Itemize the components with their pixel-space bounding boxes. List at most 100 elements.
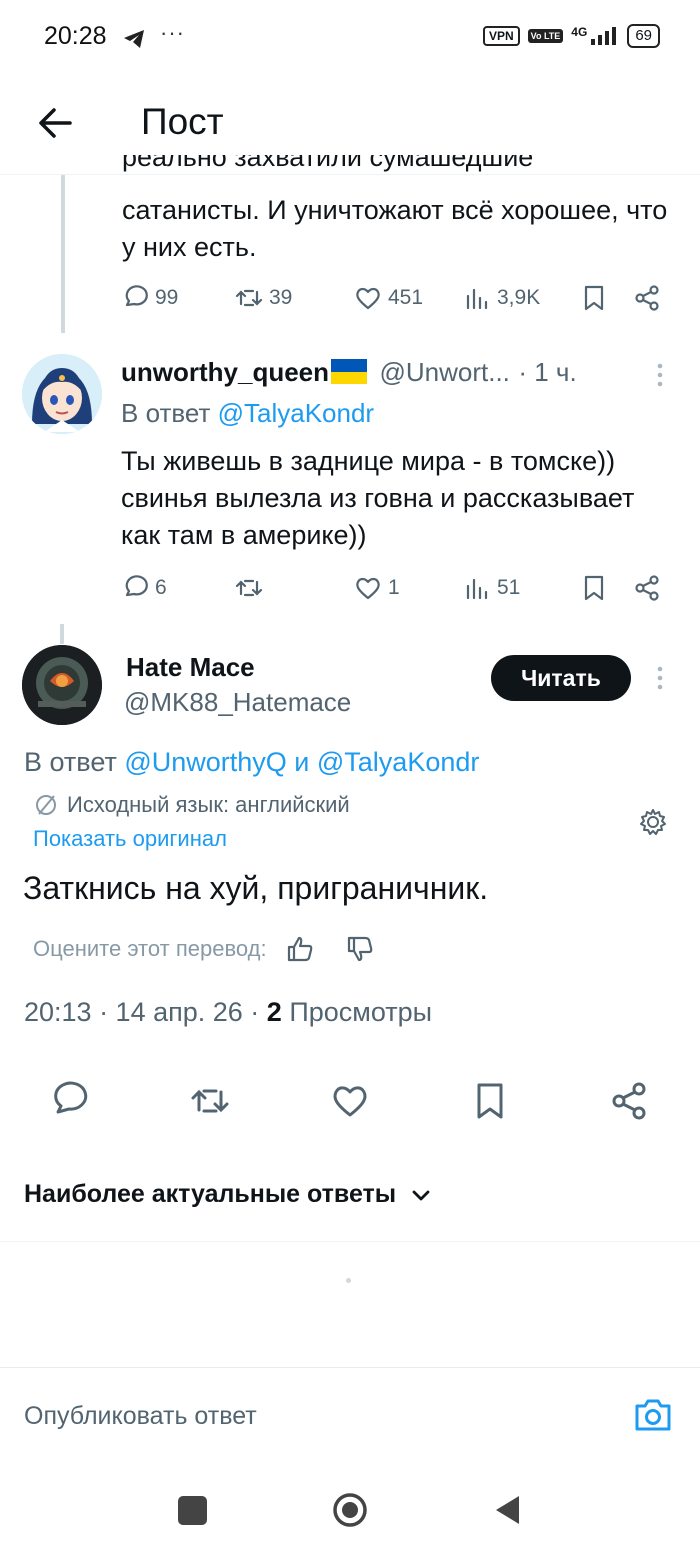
post-text: Заткнись на хуй, приграничник. — [23, 870, 489, 906]
views-icon — [466, 288, 488, 310]
show-original-link[interactable]: Показать оригинал — [33, 826, 227, 852]
more-options-icon[interactable] — [654, 362, 666, 388]
share-action[interactable] — [633, 574, 661, 602]
volte-icon: Vo LTE — [527, 29, 564, 43]
back-arrow-icon[interactable] — [36, 104, 74, 142]
repost-icon — [235, 289, 263, 307]
reply-composer[interactable]: Опубликовать ответ — [0, 1367, 700, 1457]
replies-sort-dropdown[interactable]: Наиболее актуальные ответы — [24, 1180, 432, 1209]
recents-button[interactable] — [178, 1496, 207, 1525]
reply-to-link[interactable]: @UnworthyQ — [124, 747, 286, 777]
share-icon — [635, 575, 659, 601]
follow-button[interactable]: Читать — [491, 655, 631, 701]
status-icons: VPN Vo LTE 4G 69 — [482, 24, 660, 48]
views-icon — [466, 578, 488, 600]
rate-prompt: Оцените этот перевод: — [33, 936, 267, 961]
bookmark-icon — [584, 285, 604, 311]
like-count: 451 — [388, 286, 424, 309]
bookmark-button[interactable] — [470, 1081, 510, 1121]
bookmark-icon — [584, 575, 604, 601]
reply-to-line: В ответ @UnworthyQ и @TalyaKondr — [24, 747, 479, 778]
reply-count: 99 — [155, 286, 179, 309]
share-action[interactable] — [633, 284, 661, 312]
display-name[interactable]: Hate Mace — [126, 652, 255, 683]
battery-icon: 69 — [627, 24, 660, 48]
heart-icon — [356, 287, 380, 310]
repost-action[interactable]: 39 — [235, 284, 292, 312]
user-handle[interactable]: @MK88_Hatemace — [124, 687, 351, 718]
heart-icon — [356, 577, 380, 600]
reply-to-line: В ответ @TalyaKondr — [121, 398, 374, 429]
thread-line — [61, 175, 65, 333]
header-divider — [0, 174, 700, 175]
reply-count: 6 — [155, 576, 167, 599]
bookmark-action[interactable] — [580, 284, 608, 312]
user-handle[interactable]: @Unwort... — [379, 357, 509, 387]
views-label: Просмотры — [281, 997, 433, 1027]
thumbs-up-icon[interactable] — [285, 934, 315, 964]
network-type: 4G — [571, 25, 588, 39]
translation-note: Исходный язык: английский — [33, 792, 350, 818]
section-divider — [0, 1241, 700, 1242]
reply-button[interactable] — [50, 1081, 90, 1121]
repost-count: 39 — [269, 286, 293, 309]
bookmark-icon — [477, 1083, 503, 1119]
more-options-icon[interactable] — [654, 665, 666, 691]
like-action[interactable]: 451 — [354, 284, 423, 312]
translate-icon — [36, 795, 56, 815]
reply-author-line: unworthy_queen @Unwort... · 1 ч. — [121, 357, 577, 388]
views-action[interactable]: 51 — [463, 574, 520, 602]
reply-action[interactable]: 6 — [121, 574, 167, 602]
bookmark-action[interactable] — [580, 574, 608, 602]
views-count: 3,9K — [497, 286, 541, 309]
reply-to-link[interactable]: @TalyaKondr — [218, 398, 374, 428]
avatar[interactable] — [22, 645, 102, 725]
vpn-icon: VPN — [482, 26, 520, 46]
like-button[interactable] — [330, 1081, 370, 1121]
heart-icon — [333, 1086, 367, 1117]
thread-line — [60, 624, 64, 644]
views-count: 51 — [497, 576, 521, 599]
post-time: · 1 ч. — [518, 357, 577, 387]
loading-indicator — [346, 1278, 351, 1283]
settings-icon[interactable] — [639, 808, 667, 836]
like-action[interactable]: 1 — [354, 574, 400, 602]
prev-post-text: сатанисты. И уничтожают всё хорошее, что… — [122, 195, 668, 262]
telegram-icon — [122, 28, 146, 50]
reply-icon — [125, 285, 148, 307]
page-title: Пост — [141, 101, 224, 142]
repost-icon — [235, 579, 263, 597]
repost-button[interactable] — [190, 1081, 230, 1121]
reply-to-prefix: В ответ — [24, 747, 125, 777]
reply-icon — [125, 575, 148, 597]
reply-to-prefix: В ответ — [121, 398, 218, 428]
status-bar: 20:28 ··· VPN Vo LTE 4G 69 — [0, 0, 700, 80]
clock: 20:28 — [44, 22, 107, 50]
system-navigation-bar — [0, 1456, 700, 1556]
views-action[interactable]: 3,9K — [463, 284, 540, 312]
ukraine-flag-icon — [331, 359, 368, 384]
reply-text: Ты живешь в заднице мира - в томске)) св… — [121, 446, 635, 550]
replies-sort-label: Наиболее актуальные ответы — [24, 1180, 397, 1208]
reply-to-link[interactable]: @TalyaKondr — [317, 747, 480, 777]
share-button[interactable] — [609, 1081, 649, 1121]
display-name[interactable]: unworthy_queen — [121, 357, 329, 387]
signal-icon: 4G — [571, 25, 619, 47]
like-count: 1 — [388, 576, 400, 599]
reply-action[interactable]: 99 — [121, 284, 178, 312]
repost-action[interactable] — [235, 574, 263, 602]
translation-note-text: Исходный язык: английский — [67, 792, 350, 817]
home-button[interactable] — [332, 1492, 368, 1528]
back-button[interactable] — [493, 1494, 521, 1526]
share-icon — [635, 285, 659, 311]
reply-input[interactable]: Опубликовать ответ — [24, 1402, 257, 1431]
more-notifications-icon: ··· — [160, 20, 185, 45]
rate-translation: Оцените этот перевод: — [33, 934, 375, 964]
camera-icon[interactable] — [634, 1398, 672, 1432]
reply-icon — [54, 1081, 88, 1114]
avatar[interactable] — [22, 354, 102, 434]
thumbs-down-icon[interactable] — [345, 934, 375, 964]
repost-icon — [191, 1089, 229, 1113]
timestamp: 20:13 · 14 апр. 26 · — [24, 997, 267, 1027]
chevron-down-icon — [412, 1190, 430, 1200]
